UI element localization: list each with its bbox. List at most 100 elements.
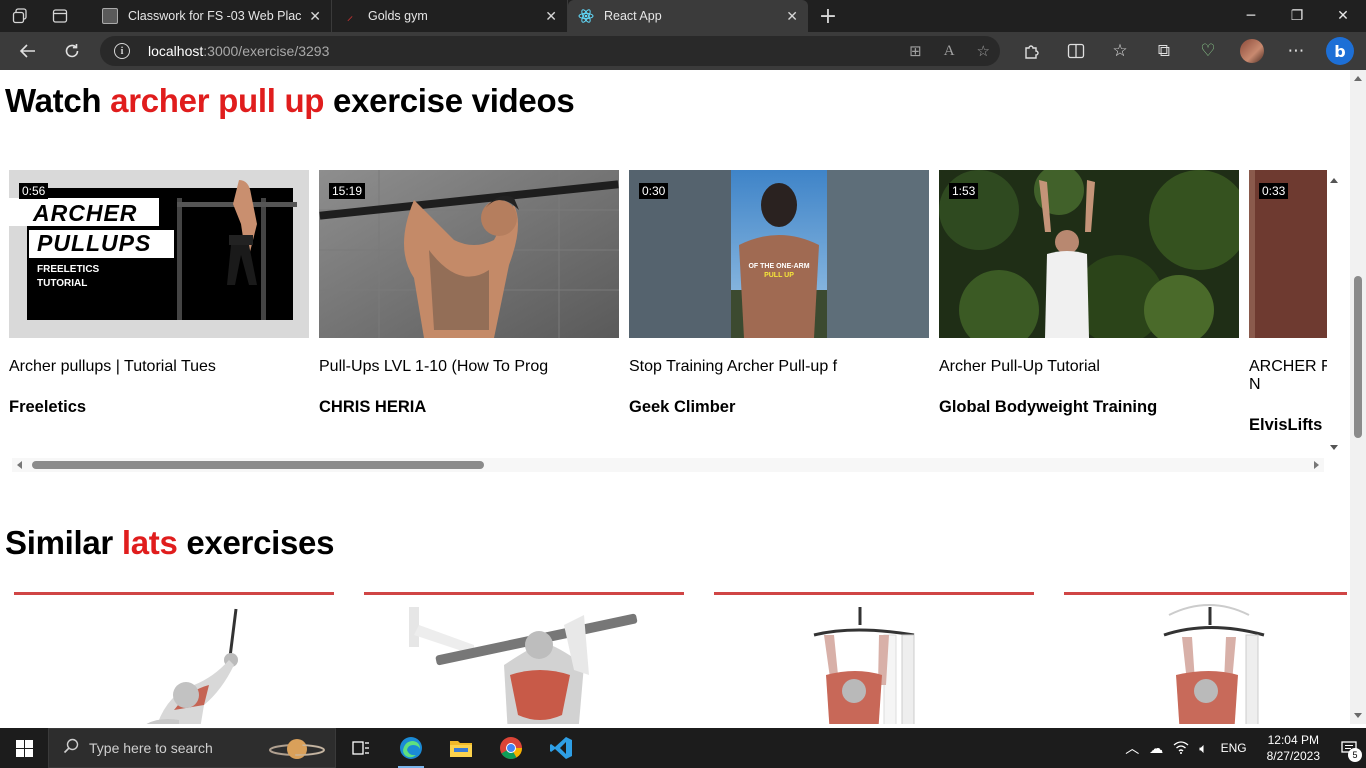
- task-view-icon[interactable]: [336, 728, 386, 768]
- video-channel[interactable]: Freeletics: [9, 398, 309, 417]
- exercise-image: [1163, 604, 1265, 724]
- react-favicon-icon: [578, 8, 594, 24]
- video-card[interactable]: 15:19 Pull-Ups LVL 1-10 (How To Prog CHR…: [319, 170, 619, 417]
- collections-icon[interactable]: ⧉: [1142, 32, 1186, 70]
- scroll-right-arrow-icon[interactable]: [1314, 461, 1319, 469]
- browser-essentials-icon[interactable]: ♡: [1186, 32, 1230, 70]
- video-row-scrollbar[interactable]: [1326, 178, 1342, 450]
- video-card[interactable]: 1:53 Archer Pull-Up Tutorial Global Body…: [939, 170, 1239, 417]
- back-arrow-icon[interactable]: [6, 32, 50, 70]
- favorite-star-icon[interactable]: ☆: [977, 42, 990, 60]
- scrollbar-thumb[interactable]: [32, 461, 484, 469]
- language-indicator[interactable]: ENG: [1213, 741, 1255, 755]
- tab-title: Classwork for FS -03 Web Placem: [128, 9, 302, 23]
- video-card[interactable]: 0:30 OF THE ONE-ARM PULL UP Stop Trainin…: [629, 170, 929, 417]
- exercise-image: [146, 608, 238, 724]
- gym-favicon-icon: ⸝: [346, 8, 354, 23]
- browser-tab-bar: Classwork for FS -03 Web Placem ✕ ⸝ Gold…: [0, 0, 1366, 32]
- exercise-card[interactable]: [714, 592, 1034, 724]
- scrollbar-thumb[interactable]: [1354, 276, 1362, 438]
- address-bar[interactable]: i localhost:3000/exercise/3293 ⊞ A ☆: [100, 36, 1000, 66]
- bing-copilot-icon[interactable]: b: [1318, 32, 1362, 70]
- scroll-up-arrow-icon[interactable]: [1330, 178, 1338, 183]
- thumbnail-text: ARCHER: [33, 200, 138, 226]
- video-title[interactable]: Archer pullups | Tutorial Tues: [9, 358, 279, 376]
- tab-actions-icon[interactable]: [40, 0, 80, 32]
- close-icon[interactable]: ✕: [309, 8, 321, 25]
- scroll-down-arrow-icon[interactable]: [1330, 445, 1338, 450]
- settings-more-icon[interactable]: ⋯: [1274, 32, 1318, 70]
- tab-classwork[interactable]: Classwork for FS -03 Web Placem ✕: [92, 0, 332, 32]
- videos-heading: Watch archer pull up exercise videos: [5, 82, 575, 119]
- video-channel[interactable]: Geek Climber: [629, 398, 929, 417]
- exercise-card[interactable]: [364, 592, 684, 724]
- video-duration: 0:33: [1259, 183, 1289, 199]
- video-thumbnail[interactable]: 1:53: [939, 170, 1239, 338]
- new-tab-icon[interactable]: +: [808, 0, 848, 32]
- restore-icon[interactable]: ❐: [1274, 0, 1320, 32]
- video-channel[interactable]: CHRIS HERIA: [319, 398, 619, 417]
- system-clock[interactable]: 12:04 PM 8/27/2023: [1255, 732, 1332, 764]
- split-screen-icon[interactable]: [1054, 32, 1098, 70]
- close-icon[interactable]: ✕: [786, 8, 798, 25]
- video-thumbnail[interactable]: 0:33: [1249, 170, 1327, 338]
- video-title[interactable]: ARCHER F: [1249, 358, 1327, 376]
- video-title[interactable]: Archer Pull-Up Tutorial: [939, 358, 1209, 376]
- video-thumbnail[interactable]: 15:19: [319, 170, 619, 338]
- extensions-icon[interactable]: [1010, 32, 1054, 70]
- windows-start-icon[interactable]: [0, 728, 48, 768]
- video-channel[interactable]: Global Bodyweight Training: [939, 398, 1239, 417]
- scroll-left-arrow-icon[interactable]: [17, 461, 22, 469]
- exercise-card[interactable]: [1064, 592, 1347, 724]
- chrome-icon[interactable]: [486, 728, 536, 768]
- chevron-up-icon[interactable]: ︿: [1120, 738, 1144, 758]
- vscode-icon[interactable]: [536, 728, 586, 768]
- address-url[interactable]: localhost:3000/exercise/3293: [148, 43, 329, 59]
- video-duration: 15:19: [329, 183, 366, 199]
- favorites-icon[interactable]: ☆: [1098, 32, 1142, 70]
- video-title[interactable]: Stop Training Archer Pull-up f: [629, 358, 899, 376]
- onedrive-sync-icon[interactable]: ☁: [1144, 740, 1168, 757]
- clock-time: 12:04 PM: [1267, 733, 1319, 747]
- scroll-up-arrow-icon[interactable]: [1354, 76, 1362, 81]
- video-title[interactable]: Pull-Ups LVL 1-10 (How To Prog: [319, 358, 589, 376]
- video-horizontal-scrollbar[interactable]: [12, 458, 1324, 472]
- video-card[interactable]: 0:56 ARCHER PULLUPS FREELETICS TUTORIAL …: [9, 170, 309, 417]
- file-explorer-icon[interactable]: [436, 728, 486, 768]
- workspaces-icon[interactable]: [0, 0, 40, 32]
- browser-toolbar: i localhost:3000/exercise/3293 ⊞ A ☆ ☆ ⧉…: [0, 32, 1366, 70]
- search-placeholder: Type here to search: [89, 740, 213, 756]
- scroll-down-arrow-icon[interactable]: [1354, 713, 1362, 718]
- profile-avatar[interactable]: [1230, 32, 1274, 70]
- tab-golds-gym[interactable]: ⸝ Golds gym ✕: [332, 0, 568, 32]
- minimize-icon[interactable]: ─: [1228, 0, 1274, 32]
- toolbar-right: ☆ ⧉ ♡ ⋯ b: [1010, 32, 1362, 70]
- app-available-icon[interactable]: ⊞: [909, 42, 922, 60]
- video-duration: 1:53: [949, 183, 979, 199]
- video-carousel[interactable]: 0:56 ARCHER PULLUPS FREELETICS TUTORIAL …: [0, 170, 1344, 475]
- refresh-icon[interactable]: [50, 32, 94, 70]
- tab-react-app[interactable]: React App ✕: [568, 0, 808, 32]
- video-thumbnail[interactable]: 0:56 ARCHER PULLUPS FREELETICS TUTORIAL: [9, 170, 309, 338]
- taskbar-search[interactable]: Type here to search: [48, 728, 336, 768]
- notification-icon[interactable]: 5: [1332, 728, 1366, 768]
- volume-icon[interactable]: 🔈︎: [1194, 740, 1212, 757]
- wifi-icon[interactable]: [1168, 740, 1194, 757]
- window-close-icon[interactable]: ✕: [1320, 0, 1366, 32]
- close-icon[interactable]: ✕: [545, 8, 557, 25]
- notification-badge: 5: [1348, 748, 1362, 762]
- similar-heading: Similar lats exercises: [5, 524, 335, 561]
- tab-title: React App: [604, 9, 662, 23]
- read-aloud-icon[interactable]: A: [944, 43, 955, 60]
- site-info-icon[interactable]: i: [114, 43, 130, 59]
- edge-browser-icon[interactable]: [386, 728, 436, 768]
- page-scrollbar[interactable]: [1350, 70, 1366, 724]
- video-title[interactable]: N: [1249, 376, 1327, 394]
- exercise-card[interactable]: [14, 592, 334, 724]
- video-thumbnail[interactable]: 0:30 OF THE ONE-ARM PULL UP: [629, 170, 929, 338]
- thumbnail-caption: OF THE ONE-ARM: [748, 263, 810, 270]
- search-icon: [63, 738, 79, 759]
- windows-taskbar: Type here to search ︿ ☁ 🔈︎ ENG 12:04 PM …: [0, 728, 1366, 768]
- thumbnail-caption: PULL UP: [764, 272, 794, 279]
- exercise-image: [813, 607, 915, 724]
